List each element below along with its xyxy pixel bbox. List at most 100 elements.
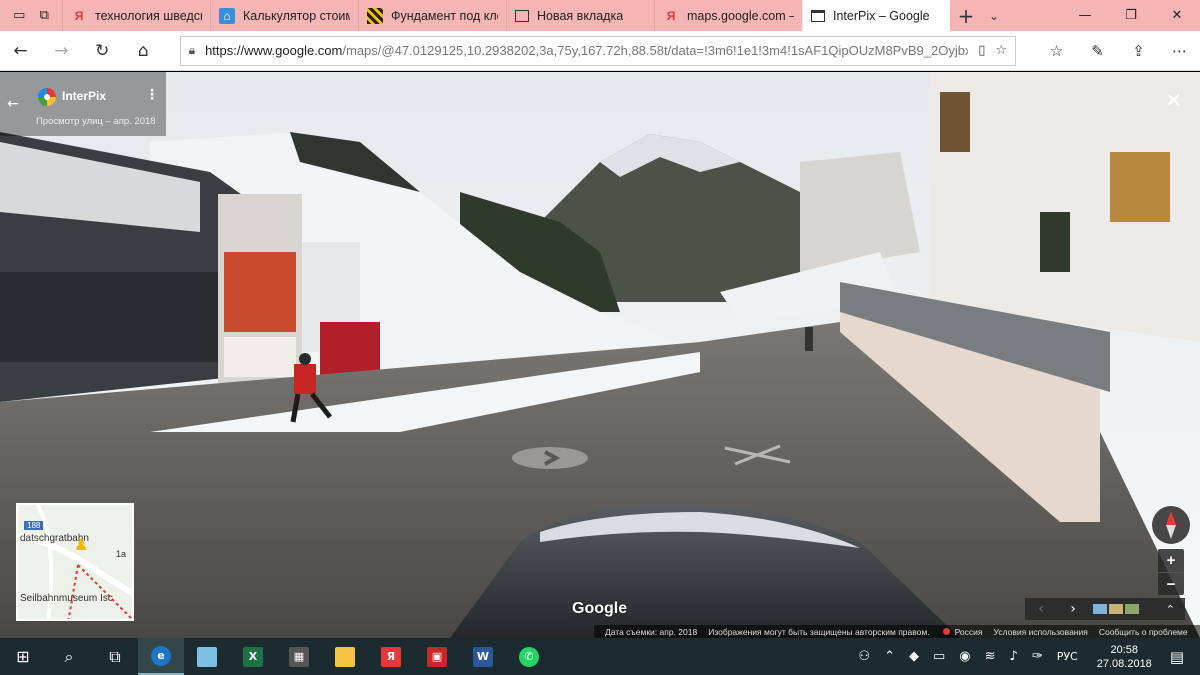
flag-icon: [942, 628, 950, 635]
road-number-badge: 188: [24, 521, 44, 530]
tab-6-active[interactable]: InterPix – Google: [802, 0, 950, 31]
expand-up-icon[interactable]: ⌃: [1166, 603, 1175, 616]
photo-thumbnails[interactable]: [1093, 604, 1139, 614]
thumbnail[interactable]: [1125, 604, 1139, 614]
yandex-icon: Я: [666, 8, 676, 23]
share-icon[interactable]: ⇪: [1118, 42, 1159, 60]
region-link[interactable]: Россия: [955, 627, 983, 637]
street-view-panorama[interactable]: ← InterPix ⋮ Просмотр улиц – апр. 2018 ✕…: [0, 72, 1200, 638]
restore-icon[interactable]: ❐: [1108, 0, 1154, 31]
clock-date: 27.08.2018: [1096, 657, 1152, 670]
tab-2[interactable]: ⌂ Калькулятор стоимс: [210, 0, 358, 31]
forward-arrow-icon[interactable]: →: [41, 41, 82, 61]
chevron-left-icon[interactable]: ‹: [1025, 601, 1057, 617]
minimap[interactable]: 188 datschgratbahn 1a Seilbahnmuseum Isc…: [16, 503, 134, 621]
excel-app[interactable]: X: [230, 638, 276, 675]
yandex-icon: Я: [381, 646, 401, 667]
tab-5[interactable]: Я maps.google.com —: [654, 0, 802, 31]
url-field[interactable]: 🔒︎ https://www.google.com/maps/@47.01291…: [179, 35, 1017, 66]
page-icon: [811, 9, 825, 22]
map-label: 1a: [116, 549, 127, 559]
media-app[interactable]: ▣: [414, 638, 460, 675]
dropbox-icon[interactable]: ◆: [909, 649, 919, 664]
windows-taskbar: ⊞ ⌕ ⧉ e X ▦ Я ▣ W ✆ ⚇ ⌃ ◆ ▭ ◉ ≋ ♪ ✑ РУС …: [0, 638, 1200, 675]
refresh-icon[interactable]: ↻: [82, 41, 123, 61]
excel-icon: X: [243, 646, 263, 667]
home-icon[interactable]: ⌂: [123, 41, 164, 61]
tab-label: Калькулятор стоимс: [243, 8, 350, 23]
provider-name[interactable]: InterPix: [62, 89, 106, 103]
thumbnail[interactable]: [1109, 604, 1123, 614]
calculator-app[interactable]: ▦: [276, 638, 322, 675]
notes-icon[interactable]: ✎: [1077, 42, 1118, 60]
panorama-image[interactable]: [0, 72, 1200, 638]
clock-time: 20:58: [1110, 643, 1139, 656]
restore-tabs-icon[interactable]: ⧉: [40, 8, 49, 23]
clock[interactable]: 20:58 27.08.2018: [1097, 643, 1152, 671]
zoom-in-button[interactable]: +: [1158, 549, 1184, 572]
interpix-logo-icon: [38, 88, 56, 106]
address-bar-row: ← → ↻ ⌂ 🔒︎ https://www.google.com/maps/@…: [0, 31, 1200, 71]
security-icon[interactable]: ◉: [959, 649, 970, 664]
pen-icon[interactable]: ✑: [1032, 649, 1043, 664]
tab-label: Фундамент под клс: [391, 8, 498, 23]
tab-3[interactable]: Фундамент под клс: [358, 0, 506, 31]
more-vertical-icon[interactable]: ⋮: [145, 86, 159, 103]
search-icon[interactable]: ⌕: [46, 638, 92, 675]
compass-icon[interactable]: [1152, 506, 1190, 544]
app-store[interactable]: [184, 638, 230, 675]
tab-preview-chevron-icon[interactable]: ⌄: [982, 9, 1006, 23]
favorite-star-icon[interactable]: ☆: [995, 43, 1007, 58]
stripes-icon: [367, 7, 383, 24]
back-arrow-icon[interactable]: ←: [0, 41, 41, 61]
map-label: Seilbahnmuseum Isc: [20, 593, 113, 604]
close-icon[interactable]: ✕: [1154, 0, 1200, 31]
favorites-icon[interactable]: ☆: [1036, 42, 1077, 60]
tab-4[interactable]: Новая вкладка: [506, 0, 654, 31]
input-language[interactable]: РУС: [1057, 650, 1078, 663]
word-app[interactable]: W: [460, 638, 506, 675]
edge-app[interactable]: e: [138, 638, 184, 675]
map-footer: Дата съемки: апр. 2018 Изображения могут…: [594, 625, 1200, 638]
minimize-icon[interactable]: —: [1062, 0, 1108, 31]
explorer-app[interactable]: [322, 638, 368, 675]
toolbar-actions: ☆ ✎ ⇪ ⋯: [1036, 42, 1200, 60]
start-windows-icon[interactable]: ⊞: [0, 638, 46, 675]
thumbnail[interactable]: [1093, 604, 1107, 614]
new-tab-button[interactable]: +: [950, 4, 982, 28]
notifications-icon[interactable]: ▤: [1170, 648, 1184, 666]
terms-link[interactable]: Условия использования: [994, 627, 1088, 637]
yandex-app[interactable]: Я: [368, 638, 414, 675]
tab-actions: ▭ ⧉: [0, 0, 62, 31]
zoom-out-button[interactable]: −: [1158, 572, 1184, 595]
edge-icon: e: [151, 645, 171, 666]
media-icon: ▣: [427, 646, 447, 667]
calculator-icon: ▦: [289, 646, 309, 667]
pegman-icon[interactable]: ♟: [74, 535, 88, 555]
house-icon: ⌂: [219, 7, 235, 24]
newtab-icon: [515, 9, 529, 22]
yandex-icon: Я: [74, 8, 84, 23]
tab-1[interactable]: Я технология шведскс: [62, 0, 210, 31]
set-aside-tabs-icon[interactable]: ▭: [13, 8, 25, 23]
compass-needle: [1166, 511, 1176, 525]
wifi-icon[interactable]: ≋: [985, 649, 996, 664]
capture-date: Дата съемки: апр. 2018: [605, 626, 698, 637]
whatsapp-app[interactable]: ✆: [506, 638, 552, 675]
battery-icon[interactable]: ▭: [933, 649, 945, 664]
chevron-up-icon[interactable]: ⌃: [884, 649, 895, 664]
google-watermark: Google: [572, 600, 628, 617]
tab-label: технология шведскс: [95, 8, 202, 23]
zoom-controls: + −: [1158, 549, 1184, 595]
people-icon[interactable]: ⚇: [858, 649, 870, 664]
word-icon: W: [473, 646, 493, 667]
back-arrow-icon[interactable]: ←: [0, 72, 26, 136]
report-problem-link[interactable]: Сообщить о проблеме: [1099, 627, 1188, 637]
task-view-icon[interactable]: ⧉: [92, 638, 138, 675]
more-icon[interactable]: ⋯: [1159, 42, 1200, 60]
close-icon[interactable]: ✕: [1165, 88, 1182, 112]
reading-view-icon[interactable]: ▯: [978, 43, 985, 58]
volume-icon[interactable]: ♪: [1010, 649, 1018, 664]
copyright-notice: Изображения могут быть защищены авторски…: [708, 626, 930, 637]
chevron-right-icon[interactable]: ›: [1057, 601, 1089, 617]
